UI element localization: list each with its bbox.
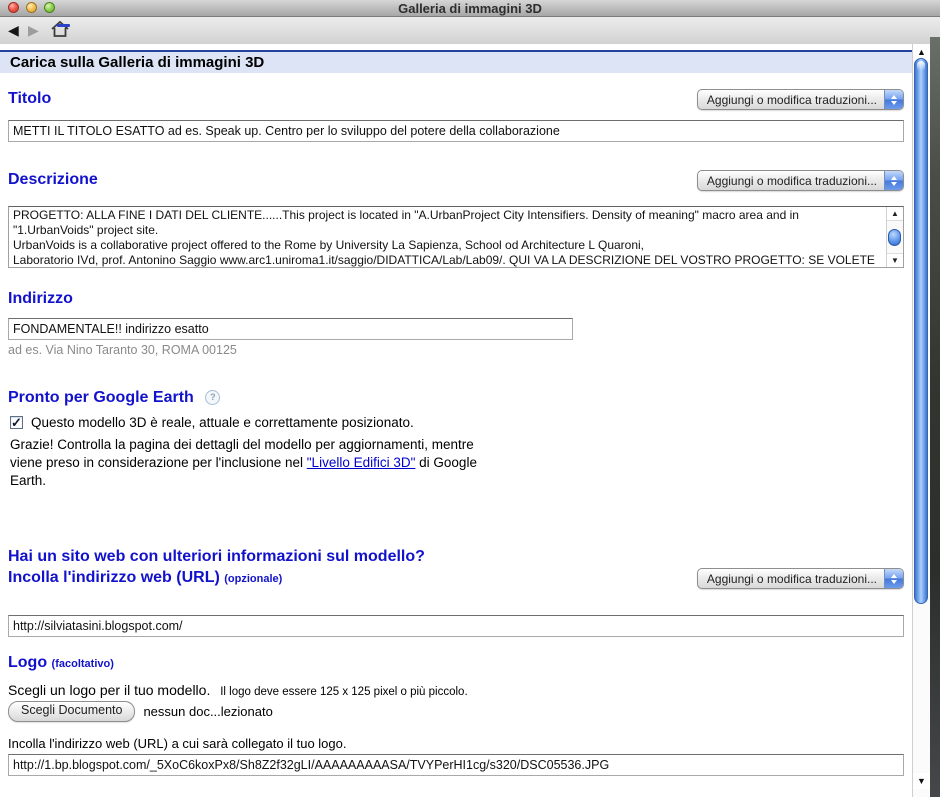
logo-heading-text: Logo — [8, 654, 52, 671]
google-earth-note: Grazie! Controlla la pagina dei dettagli… — [10, 436, 485, 490]
choose-logo-label: Scegli un logo per il tuo modello. — [8, 682, 210, 698]
titolo-heading: Titolo — [8, 89, 51, 109]
desktop-strip — [930, 37, 940, 797]
browser-window: Galleria di immagini 3D ◀ ▶ Carica sulla… — [0, 0, 940, 797]
livello-edifici-link[interactable]: "Livello Edifici 3D" — [307, 455, 416, 470]
choose-file-button[interactable]: Scegli Documento — [8, 701, 135, 722]
descrizione-heading: Descrizione — [8, 170, 98, 190]
translate-dropdown-descrizione[interactable]: Aggiungi o modifica traduzioni... — [697, 170, 904, 191]
main-scrollbar[interactable]: ▲ ▼ — [912, 44, 930, 797]
help-icon[interactable]: ? — [205, 390, 220, 405]
main-scrollbar-thumb[interactable] — [914, 58, 928, 604]
website-heading-line1: Hai un sito web con ulteriori informazio… — [8, 546, 904, 567]
google-earth-checkbox-row: Questo modello 3D è reale, attuale e cor… — [10, 415, 904, 430]
browser-toolbar: ◀ ▶ — [0, 17, 940, 45]
stepper-icon — [884, 171, 903, 190]
logo-optional-label: (facoltativo) — [52, 658, 114, 670]
back-button[interactable]: ◀ — [8, 21, 19, 39]
scroll-down-icon[interactable]: ▼ — [913, 773, 930, 789]
stepper-icon — [884, 90, 903, 109]
logo-size-hint: Il logo deve essere 125 x 125 pixel o pi… — [220, 686, 467, 698]
indirizzo-input[interactable] — [8, 318, 573, 340]
google-earth-checkbox-label: Questo modello 3D è reale, attuale e cor… — [31, 415, 414, 430]
page-title: Carica sulla Galleria di immagini 3D — [0, 50, 912, 73]
website-url-input[interactable] — [8, 615, 904, 637]
translate-dropdown-label: Aggiungi o modifica traduzioni... — [707, 174, 877, 188]
textarea-scrollbar-thumb[interactable] — [888, 229, 901, 246]
google-earth-heading: Pronto per Google Earth — [8, 388, 194, 408]
scroll-up-icon[interactable]: ▲ — [887, 207, 903, 221]
favicon-dash — [57, 24, 70, 27]
logo-heading: Logo (facoltativo) — [8, 653, 114, 674]
translate-dropdown-website[interactable]: Aggiungi o modifica traduzioni... — [697, 568, 904, 589]
logo-row: Logo (facoltativo) — [8, 653, 904, 674]
logo-url-label: Incolla l'indirizzo web (URL) a cui sarà… — [8, 736, 904, 751]
choose-file-row: Scegli Documento nessun doc...lezionato — [8, 701, 904, 722]
website-heading-text: Incolla l'indirizzo web (URL) — [8, 569, 224, 586]
window-title: Galleria di immagini 3D — [0, 1, 940, 16]
page-content: Carica sulla Galleria di immagini 3D Tit… — [0, 44, 912, 797]
textarea-scrollbar[interactable]: ▲ ▼ — [886, 207, 903, 267]
stepper-icon — [884, 569, 903, 588]
descrizione-textarea-wrap: PROGETTO: ALLA FINE I DATI DEL CLIENTE..… — [8, 206, 904, 268]
website-optional-label: (opzionale) — [224, 573, 282, 585]
indirizzo-heading: Indirizzo — [8, 289, 73, 309]
titolo-row: Titolo Aggiungi o modifica traduzioni... — [8, 89, 904, 111]
window-titlebar: Galleria di immagini 3D — [0, 0, 940, 17]
forward-button[interactable]: ▶ — [28, 21, 39, 39]
descrizione-textarea[interactable]: PROGETTO: ALLA FINE I DATI DEL CLIENTE..… — [9, 207, 887, 267]
choose-logo-line: Scegli un logo per il tuo modello. Il lo… — [8, 682, 904, 698]
indirizzo-row: Indirizzo — [8, 289, 904, 309]
home-button[interactable] — [50, 20, 70, 38]
descrizione-row: Descrizione Aggiungi o modifica traduzio… — [8, 170, 904, 192]
scroll-down-icon[interactable]: ▼ — [887, 253, 903, 267]
indirizzo-hint: ad es. Via Nino Taranto 30, ROMA 00125 — [8, 343, 904, 357]
google-earth-checkbox[interactable] — [10, 416, 23, 429]
home-icon — [50, 20, 70, 38]
website-row: Hai un sito web con ulteriori informazio… — [8, 546, 904, 588]
google-earth-row: Pronto per Google Earth ? — [8, 388, 904, 408]
translate-dropdown-label: Aggiungi o modifica traduzioni... — [707, 572, 877, 586]
translate-dropdown-label: Aggiungi o modifica traduzioni... — [707, 93, 877, 107]
file-status: nessun doc...lezionato — [143, 704, 272, 719]
logo-url-input[interactable] — [8, 754, 904, 776]
titolo-input[interactable] — [8, 120, 904, 142]
translate-dropdown-titolo[interactable]: Aggiungi o modifica traduzioni... — [697, 89, 904, 110]
